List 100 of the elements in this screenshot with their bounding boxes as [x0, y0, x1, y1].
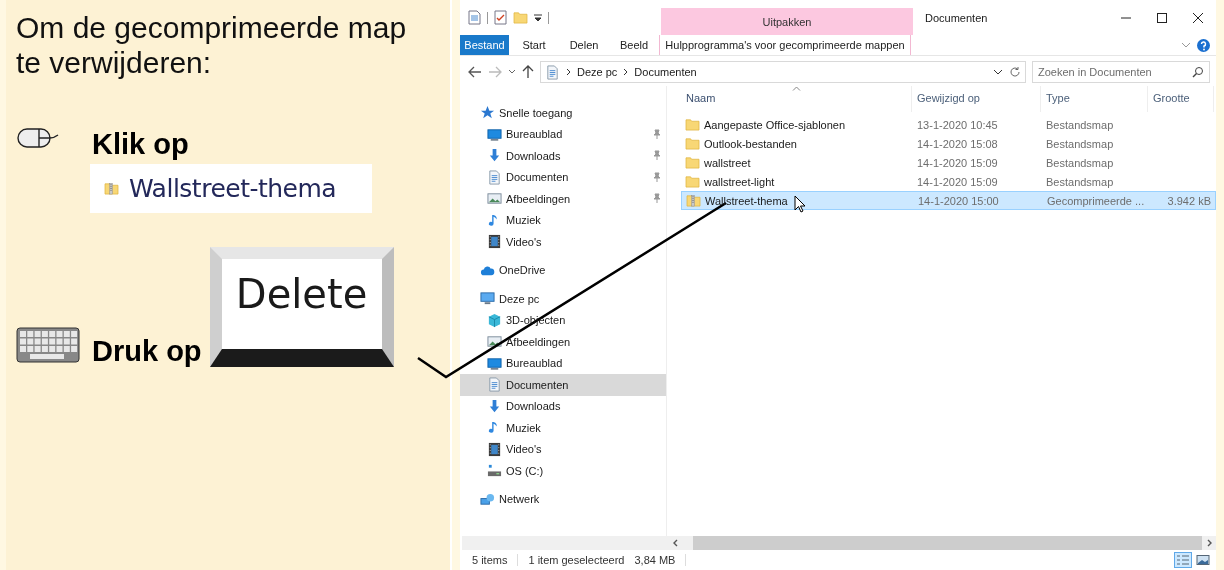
- document-icon: [487, 377, 502, 393]
- large-icons-view-button[interactable]: [1194, 552, 1212, 568]
- file-row[interactable]: Wallstreet-thema 14-1-2020 15:00 Gecomprimeerde ... 3.942 kB: [681, 191, 1216, 210]
- column-header[interactable]: Type: [1041, 86, 1148, 112]
- film-icon: [487, 441, 502, 457]
- monitor-icon: [487, 126, 502, 142]
- picture-icon: [487, 191, 502, 207]
- document-icon: [545, 64, 560, 80]
- sort-caret-icon: [792, 86, 801, 91]
- nav-item[interactable]: Video's: [460, 231, 666, 253]
- selection-status: 1 item geselecteerd: [528, 554, 625, 566]
- column-header[interactable]: Grootte: [1148, 86, 1214, 112]
- ribbon-tab[interactable]: Bestand: [460, 35, 509, 55]
- film-icon: [487, 234, 502, 250]
- ribbon-tab[interactable]: Hulpprogramma's voor gecomprimeerde mappen: [659, 35, 911, 55]
- instruction-heading: Om de gecomprimeerde map te verwijderen:: [16, 10, 408, 80]
- nav-item[interactable]: Muziek: [460, 417, 666, 439]
- modified-date: 13-1-2020 10:45: [916, 118, 999, 131]
- search-field[interactable]: Zoeken in Documenten: [1032, 61, 1210, 83]
- dropdown-icon[interactable]: [534, 12, 542, 23]
- folder-icon: [685, 118, 700, 131]
- drive-icon: [487, 463, 502, 479]
- chevron-right-icon: [566, 68, 571, 76]
- breadcrumb-item[interactable]: Documenten: [634, 66, 697, 78]
- keyboard-icon: [16, 327, 80, 363]
- ribbon-tab[interactable]: Delen: [559, 35, 609, 55]
- chevron-down-icon[interactable]: [508, 69, 516, 75]
- help-icon[interactable]: [1197, 38, 1210, 52]
- nav-item[interactable]: Video's: [460, 438, 666, 460]
- nav-item[interactable]: OS (C:): [460, 460, 666, 482]
- zip-folder-icon: [686, 194, 701, 207]
- nav-item[interactable]: Downloads: [460, 395, 666, 417]
- file-size: 3.942 kB: [1166, 194, 1212, 207]
- maximize-icon[interactable]: [1156, 11, 1168, 24]
- file-type: Bestandsmap: [1045, 175, 1115, 188]
- column-header[interactable]: Naam: [681, 86, 912, 112]
- file-type: Bestandsmap: [1045, 156, 1115, 169]
- file-type: Bestandsmap: [1045, 118, 1115, 131]
- ribbon-tab[interactable]: Start: [509, 35, 559, 55]
- window-title: Documenten: [924, 11, 989, 26]
- file-item: Wallstreet-thema: [90, 164, 372, 213]
- file-name: Outlook-bestanden: [704, 137, 797, 150]
- close-icon[interactable]: [1192, 11, 1204, 24]
- ribbon-tab[interactable]: Beeld: [609, 35, 659, 55]
- search-icon: [1192, 66, 1204, 78]
- nav-item[interactable]: Muziek: [460, 209, 666, 231]
- modified-date: 14-1-2020 15:09: [916, 156, 999, 169]
- network-icon: [480, 491, 495, 507]
- file-name: wallstreet-light: [704, 175, 775, 188]
- contextual-tab-header: Uitpakken: [661, 8, 913, 35]
- file-type: Gecomprimeerde ...: [1046, 194, 1146, 207]
- modified-date: 14-1-2020 15:08: [916, 137, 999, 150]
- item-count: 5 items: [472, 554, 508, 566]
- nav-item[interactable]: Bureaublad: [460, 123, 666, 145]
- monitor-icon: [487, 355, 502, 371]
- file-row[interactable]: wallstreet 14-1-2020 15:09 Bestandsmap: [681, 153, 1216, 172]
- file-row[interactable]: Outlook-bestanden 14-1-2020 15:08 Bestandsmap: [681, 134, 1216, 153]
- nav-item[interactable]: Downloads: [460, 145, 666, 167]
- chevron-down-icon[interactable]: [993, 68, 1003, 76]
- back-arrow-icon[interactable]: [468, 66, 482, 78]
- mouse-cursor-icon: [794, 195, 806, 213]
- file-row[interactable]: wallstreet-light 14-1-2020 15:09 Bestandsmap: [681, 172, 1216, 191]
- folder-icon: [685, 156, 700, 169]
- chevron-right-icon: [623, 68, 629, 76]
- zip-folder-icon: [104, 182, 119, 195]
- step-label: Druk op: [92, 335, 202, 367]
- file-type: Bestandsmap: [1045, 137, 1115, 150]
- address-bar[interactable]: Deze pc Documenten: [540, 61, 1026, 83]
- modified-date: 14-1-2020 15:09: [916, 175, 999, 188]
- file-name: Aangepaste Office-sjablonen: [704, 118, 846, 131]
- cube-icon: [487, 312, 502, 328]
- star-icon: [480, 105, 495, 121]
- nav-item[interactable]: Documenten: [460, 166, 666, 188]
- nav-item[interactable]: Documenten: [460, 374, 666, 396]
- folder-icon: [513, 11, 528, 24]
- nav-item[interactable]: Afbeeldingen: [460, 331, 666, 353]
- nav-item[interactable]: Netwerk: [460, 488, 666, 510]
- file-row[interactable]: Aangepaste Office-sjablonen 13-1-2020 10:45 Bestandsmap: [681, 115, 1216, 134]
- refresh-icon[interactable]: [1009, 66, 1021, 78]
- modified-date: 14-1-2020 15:00: [917, 194, 1000, 207]
- selection-size: 3,84 MB: [634, 554, 676, 566]
- computer-icon: [480, 291, 495, 307]
- nav-item[interactable]: Snelle toegang: [460, 102, 666, 124]
- folder-icon: [685, 137, 700, 150]
- step-label: Klik op: [92, 128, 190, 160]
- nav-item[interactable]: Afbeeldingen: [460, 188, 666, 210]
- folder-icon: [685, 175, 700, 188]
- nav-item[interactable]: Deze pc: [460, 288, 666, 310]
- breadcrumb-item[interactable]: Deze pc: [577, 66, 618, 78]
- nav-item[interactable]: OneDrive: [460, 259, 666, 281]
- checklist-icon[interactable]: [494, 10, 507, 25]
- picture-icon: [487, 334, 502, 350]
- horizontal-scrollbar[interactable]: [462, 536, 1216, 550]
- delete-key: Delete: [209, 247, 394, 367]
- column-header[interactable]: Gewijzigd op: [912, 86, 1041, 112]
- nav-item[interactable]: Bureaublad: [460, 352, 666, 374]
- mouse-icon: [16, 128, 60, 148]
- document-icon: [487, 169, 502, 185]
- document-icon[interactable]: [468, 10, 481, 25]
- up-arrow-icon[interactable]: [522, 65, 534, 79]
